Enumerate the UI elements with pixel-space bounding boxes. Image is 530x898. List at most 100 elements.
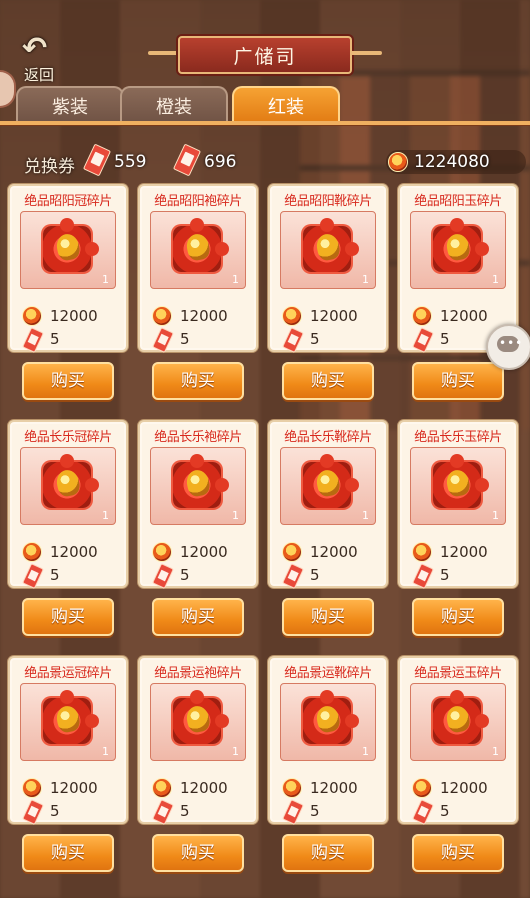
coin-icon [388, 152, 408, 172]
item-image: 1 [20, 447, 116, 525]
coin-icon [22, 306, 42, 326]
ticket-price: 5 [310, 330, 320, 348]
item-image: 1 [410, 683, 506, 761]
exchange-ticket-icon [152, 563, 174, 589]
title-ornament-left [148, 51, 180, 55]
buy-button[interactable]: 购买 [22, 834, 114, 872]
item-quantity: 1 [102, 509, 109, 522]
item-quantity: 1 [232, 745, 239, 758]
ticket-price: 5 [180, 330, 190, 348]
coin-icon [152, 542, 172, 562]
coin-price-row: 12000 [282, 306, 378, 326]
buy-button[interactable]: 购买 [412, 598, 504, 636]
tab-label: 橙装 [156, 97, 192, 118]
buy-button[interactable]: 购买 [282, 834, 374, 872]
item-name: 绝品长乐袍碎片 [154, 430, 242, 445]
item-name: 绝品长乐靴碎片 [284, 430, 372, 445]
item-name: 绝品景运玉碎片 [414, 666, 502, 681]
tab-orange-gear[interactable]: 橙装 [120, 86, 228, 124]
coin-icon [22, 778, 42, 798]
ticket-price-row: 5 [152, 327, 248, 353]
tab-label: 红装 [268, 97, 304, 118]
buy-button[interactable]: 购买 [152, 598, 244, 636]
item-quantity: 1 [232, 509, 239, 522]
item-image: 1 [150, 447, 246, 525]
exchange-ticket-icon [152, 327, 174, 353]
item-image: 1 [410, 211, 506, 289]
item-image: 1 [150, 683, 246, 761]
coin-icon [282, 306, 302, 326]
ticket-price: 5 [310, 802, 320, 820]
item-quantity: 1 [492, 745, 499, 758]
item-name: 绝品景运袍碎片 [154, 666, 242, 681]
back-arrow-icon: ↶ [22, 31, 48, 66]
buy-button[interactable]: 购买 [152, 834, 244, 872]
item-card[interactable]: 绝品景运袍碎片 1 12000 5 [138, 656, 258, 825]
coin-price-row: 12000 [152, 306, 248, 326]
coin-price: 12000 [440, 307, 488, 325]
tab-red-gear[interactable]: 红装 [232, 86, 340, 124]
coin-price: 12000 [50, 779, 98, 797]
ticket-count: 559 [114, 152, 147, 172]
page-title: 广储司 [233, 45, 297, 68]
item-name: 绝品昭阳袍碎片 [154, 194, 242, 209]
coin-price: 12000 [180, 543, 228, 561]
item-quantity: 1 [362, 509, 369, 522]
exchange-ticket-icon [282, 563, 304, 589]
item-card[interactable]: 绝品昭阳靴碎片 1 12000 5 [268, 184, 388, 353]
second-ticket-count: 696 [204, 152, 237, 172]
coin-icon [152, 306, 172, 326]
item-card[interactable]: 绝品长乐靴碎片 1 12000 5 [268, 420, 388, 589]
item-card[interactable]: 绝品长乐袍碎片 1 12000 5 [138, 420, 258, 589]
item-card[interactable]: 绝品长乐玉碎片 1 12000 5 [398, 420, 518, 589]
coin-price-row: 12000 [22, 778, 118, 798]
item-card[interactable]: 绝品景运冠碎片 1 12000 5 [8, 656, 128, 825]
item-card[interactable]: 绝品景运玉碎片 1 12000 5 [398, 656, 518, 825]
exchange-ticket-icon [412, 799, 434, 825]
coin-price-row: 12000 [152, 542, 248, 562]
item-quantity: 1 [232, 273, 239, 286]
buy-button[interactable]: 购买 [22, 362, 114, 400]
buy-button[interactable]: 购买 [282, 598, 374, 636]
item-name: 绝品昭阳靴碎片 [284, 194, 372, 209]
item-quantity: 1 [102, 745, 109, 758]
item-card[interactable]: 绝品昭阳冠碎片 1 12000 5 [8, 184, 128, 353]
coin-icon [282, 778, 302, 798]
tab-purple-gear[interactable]: 紫装 [16, 86, 124, 124]
coin-icon [412, 542, 432, 562]
item-quantity: 1 [492, 509, 499, 522]
coin-price-row: 12000 [152, 778, 248, 798]
buy-button[interactable]: 购买 [282, 362, 374, 400]
coin-icon [22, 542, 42, 562]
item-card[interactable]: 绝品昭阳袍碎片 1 12000 5 [138, 184, 258, 353]
coin-price-row: 12000 [282, 778, 378, 798]
back-button[interactable]: ↶ 返回 [18, 31, 68, 85]
buy-button[interactable]: 购买 [412, 834, 504, 872]
item-name: 绝品昭阳冠碎片 [24, 194, 112, 209]
buy-button[interactable]: 购买 [152, 362, 244, 400]
item-card[interactable]: 绝品景运靴碎片 1 12000 5 [268, 656, 388, 825]
coin-price-row: 12000 [22, 542, 118, 562]
chat-button[interactable]: ••• [486, 324, 530, 370]
ticket-price-row: 5 [152, 563, 248, 589]
buy-button[interactable]: 购买 [22, 598, 114, 636]
buy-button[interactable]: 购买 [412, 362, 504, 400]
currency-label: 兑换券 [24, 157, 75, 177]
item-image: 1 [150, 211, 246, 289]
coin-price: 12000 [440, 543, 488, 561]
exchange-ticket-icon [412, 327, 434, 353]
ticket-price: 5 [440, 802, 450, 820]
item-image: 1 [20, 211, 116, 289]
coin-price: 12000 [310, 543, 358, 561]
title-ornament-right [350, 51, 382, 55]
coin-price-row: 12000 [412, 778, 508, 798]
item-quantity: 1 [362, 745, 369, 758]
coin-icon [152, 778, 172, 798]
coin-price-row: 12000 [412, 542, 508, 562]
coin-price: 12000 [180, 307, 228, 325]
ticket-price-row: 5 [282, 327, 378, 353]
item-name: 绝品长乐玉碎片 [414, 430, 502, 445]
ticket-price: 5 [50, 566, 60, 584]
ticket-price-row: 5 [412, 799, 508, 825]
item-card[interactable]: 绝品长乐冠碎片 1 12000 5 [8, 420, 128, 589]
